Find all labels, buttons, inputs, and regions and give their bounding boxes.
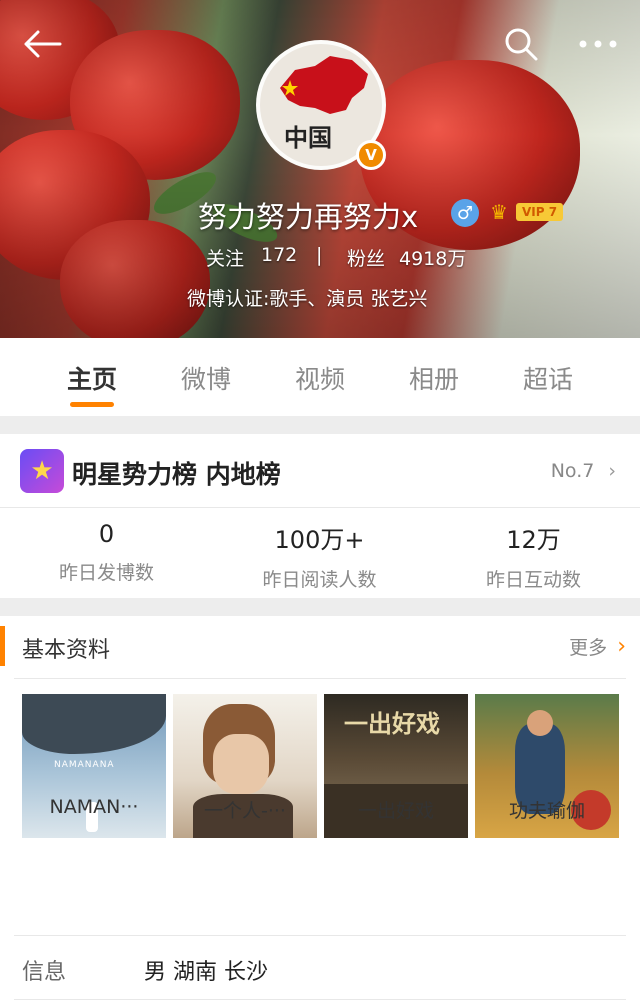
divider (14, 999, 626, 1000)
chevron-right-icon: › (608, 460, 616, 482)
crown-icon: ♛ (490, 200, 508, 224)
section-accent-bar (0, 626, 5, 666)
cover-art (213, 734, 269, 794)
ranking-title: 明星势力榜 内地榜 (72, 460, 281, 489)
profile-header: 中国 V 努力努力再努力x ♂ ♛ VIP 7 关注 172 | 粉丝 4918… (0, 0, 640, 338)
stats-separator: | (316, 244, 323, 266)
more-label: 更多 (569, 637, 608, 659)
arrow-left-icon (24, 30, 62, 58)
basic-info-card: 基本资料 更多 › NAMANANA NAMAN··· 一个人-··· 一出好戏… (0, 616, 640, 1005)
work-title[interactable]: 功夫瑜伽 (475, 796, 619, 823)
tab-album[interactable]: 相册 (394, 360, 474, 396)
tab-weibo[interactable]: 微博 (166, 360, 246, 396)
info-label: 信息 (22, 960, 67, 985)
vip-badge[interactable]: ♛ VIP 7 (490, 200, 564, 224)
name-row: 努力努力再努力x ♂ ♛ VIP 7 (0, 194, 640, 234)
divider (14, 935, 626, 936)
ranking-number: No.7 (550, 460, 595, 482)
male-gender-icon: ♂ (451, 199, 479, 227)
stat-label: 昨日互动数 (485, 569, 581, 591)
fans-label[interactable]: 粉丝 (347, 244, 385, 271)
tab-super-topic[interactable]: 超话 (508, 360, 588, 396)
more-button[interactable] (574, 20, 622, 68)
stat-label: 昨日发博数 (58, 562, 154, 584)
cover-text: 一出好戏 (344, 710, 440, 738)
chevron-right-icon: › (617, 634, 626, 659)
stat-value: 0 (98, 520, 115, 548)
divider (14, 678, 626, 679)
more-dots-icon (579, 40, 617, 48)
search-button[interactable] (497, 20, 545, 68)
china-map-icon (280, 56, 368, 114)
profile-tabs: 主页 微博 视频 相册 超话 (0, 338, 640, 416)
fans-count[interactable]: 4918万 (399, 244, 466, 271)
follow-stats: 关注 172 | 粉丝 4918万 (0, 244, 640, 272)
tab-home[interactable]: 主页 (52, 360, 132, 396)
tab-video[interactable]: 视频 (280, 360, 360, 396)
more-link[interactable]: 更多 › (569, 633, 626, 660)
user-name: 努力努力再努力x (198, 200, 419, 234)
following-count[interactable]: 172 (261, 244, 297, 266)
ranking-header[interactable]: ★ 明星势力榜 内地榜 No.7 › (0, 434, 640, 508)
verified-badge: V (356, 140, 386, 170)
cover-text: NAMANANA (54, 760, 115, 770)
vip-label: VIP 7 (516, 203, 564, 221)
stat-posts: 0 昨日发博数 (0, 520, 213, 585)
work-title[interactable]: NAMAN··· (22, 796, 166, 818)
verification-text: 微博认证:歌手、演员 张艺兴 (187, 288, 428, 310)
stat-value: 12万 (506, 526, 561, 554)
info-value: 男 湖南 长沙 (144, 960, 268, 985)
stat-label: 昨日阅读人数 (262, 569, 377, 591)
star-rank-icon: ★ (20, 449, 64, 493)
avatar-text: 中国 (284, 123, 332, 152)
following-label[interactable]: 关注 (206, 244, 244, 271)
stat-value: 100万+ (274, 526, 365, 554)
stat-interactions: 12万 昨日互动数 (427, 520, 640, 592)
section-title: 基本资料 (22, 638, 111, 663)
search-icon (505, 28, 538, 61)
ranking-position[interactable]: No.7 › (551, 460, 616, 482)
star-ranking-card[interactable]: ★ 明星势力榜 内地榜 No.7 › 0 昨日发博数 100万+ 昨日阅读人数 … (0, 434, 640, 598)
back-button[interactable] (18, 20, 66, 68)
cover-art (22, 694, 166, 754)
work-title[interactable]: 一个人-··· (173, 796, 317, 823)
active-tab-indicator (70, 402, 114, 407)
work-title[interactable]: 一出好戏 (324, 796, 468, 823)
stat-readers: 100万+ 昨日阅读人数 (213, 520, 426, 592)
cover-art (527, 710, 553, 736)
